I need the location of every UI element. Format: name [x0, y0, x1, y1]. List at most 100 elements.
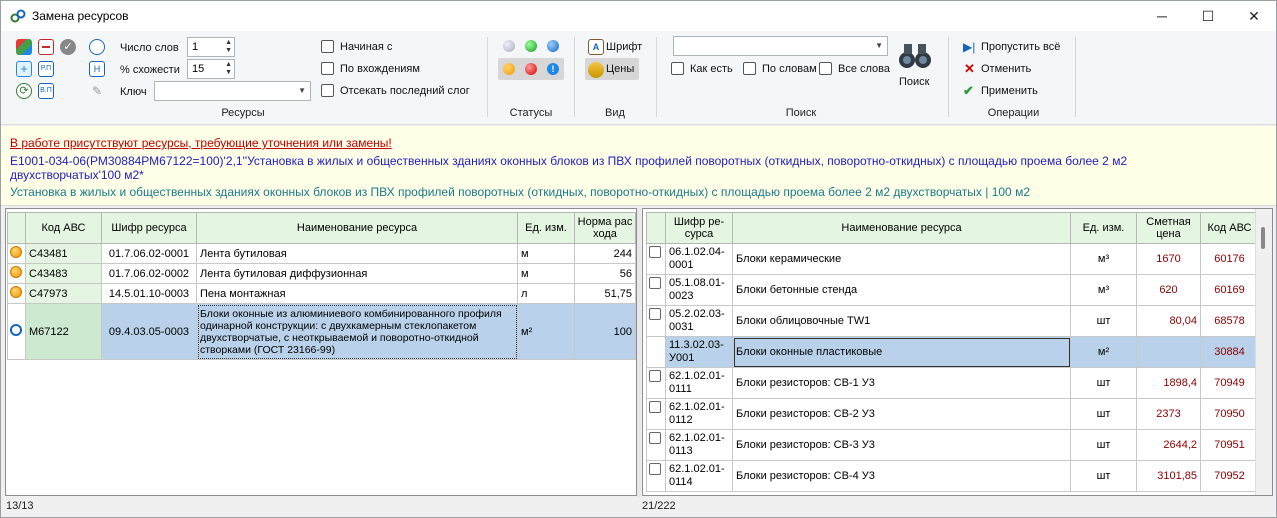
- col-norm[interactable]: Норма рас хода: [574, 212, 636, 244]
- cipher-cell: 01.7.06.02-0001: [101, 243, 197, 264]
- table-row-selected[interactable]: М67122 09.4.03.05-0003 Блоки оконные из …: [7, 303, 636, 360]
- status-orange-icon: [10, 246, 22, 258]
- status-blue-icon[interactable]: [547, 40, 559, 52]
- check-grey-icon[interactable]: ✓: [60, 39, 76, 55]
- col-unit[interactable]: Ед. изм.: [1070, 212, 1137, 244]
- by-occurrence-checkbox[interactable]: [321, 62, 334, 75]
- vertical-scrollbar[interactable]: [1255, 209, 1272, 495]
- cut-last-syllable-checkbox[interactable]: [321, 84, 334, 97]
- cipher-cell: 62.1.02.01-0114: [665, 460, 733, 492]
- table-row[interactable]: 62.1.02.01-0112 Блоки резисторов: СВ-2 У…: [646, 398, 1259, 430]
- unit-cell: м²: [1070, 336, 1137, 368]
- col-code[interactable]: Код АВС: [1200, 212, 1259, 244]
- scrollbar-thumb[interactable]: [1261, 227, 1265, 249]
- skip-all-button[interactable]: Пропустить всё: [981, 41, 1060, 53]
- table-row[interactable]: 62.1.02.01-0114 Блоки резисторов: СВ-4 У…: [646, 460, 1259, 492]
- status-green-icon[interactable]: [525, 40, 537, 52]
- app-link-icon: [10, 9, 26, 23]
- search-button[interactable]: Поиск: [899, 76, 929, 88]
- add-blue-icon[interactable]: +: [16, 61, 32, 77]
- table-row-selected[interactable]: 11.3.02.03-У001 Блоки оконные пластиковы…: [646, 336, 1259, 368]
- starts-with-checkbox[interactable]: [321, 40, 334, 53]
- status-red-icon[interactable]: [525, 63, 537, 75]
- code-cell: С43483: [25, 263, 102, 284]
- table-row[interactable]: 05.2.02.03-0031 Блоки облицовочные TW1 ш…: [646, 305, 1259, 337]
- brush-icon[interactable]: ✎: [89, 83, 105, 99]
- cipher-cell: 62.1.02.01-0112: [665, 398, 733, 430]
- unit-cell: м³: [1070, 243, 1137, 275]
- coins-icon[interactable]: [588, 62, 604, 78]
- spin-arrows-icon[interactable]: ▲ ▼: [225, 61, 232, 77]
- cipher-cell: 62.1.02.01-0113: [665, 429, 733, 461]
- cancel-button[interactable]: Отменить: [981, 63, 1031, 75]
- by-words-checkbox[interactable]: [743, 62, 756, 75]
- col-name[interactable]: Наименование ресурса: [732, 212, 1071, 244]
- window-title: Замена ресурсов: [32, 9, 129, 23]
- code-cell: 70951: [1200, 429, 1259, 461]
- col-cipher[interactable]: Шифр ресурса: [101, 212, 197, 244]
- font-button[interactable]: Шрифт: [606, 41, 642, 53]
- group-title-view: Вид: [605, 107, 625, 119]
- prices-button[interactable]: Цены: [606, 63, 634, 75]
- table-row[interactable]: 06.1.02.04-0001 Блоки керамические м³ 16…: [646, 243, 1259, 275]
- table-row[interactable]: 62.1.02.01-0113 Блоки резисторов: СВ-3 У…: [646, 429, 1259, 461]
- row-checkbox[interactable]: [649, 401, 661, 413]
- add-colored-icon[interactable]: [16, 39, 32, 55]
- binoculars-icon[interactable]: [898, 41, 932, 71]
- group-separator: [656, 37, 657, 117]
- table-row[interactable]: С43481 01.7.06.02-0001 Лента бутиловая м…: [7, 243, 636, 264]
- status-orange-icon[interactable]: [503, 63, 515, 75]
- row-checkbox[interactable]: [649, 370, 661, 382]
- word-count-stepper[interactable]: 1 ▲ ▼: [187, 37, 235, 57]
- table-row[interactable]: 62.1.02.01-0111 Блоки резисторов: СВ-1 У…: [646, 367, 1259, 399]
- as-is-checkbox[interactable]: [671, 62, 684, 75]
- similarity-stepper[interactable]: 15 ▲ ▼: [187, 59, 235, 79]
- font-icon[interactable]: A: [588, 39, 604, 55]
- h-button[interactable]: Н: [89, 61, 105, 77]
- maximize-button[interactable]: ☐: [1185, 1, 1231, 31]
- table-row[interactable]: С47973 14.5.01.10-0003 Пена монтажная л …: [7, 283, 636, 304]
- price-cell: 620: [1136, 274, 1201, 306]
- key-combo[interactable]: ▼: [154, 81, 311, 101]
- rp-button[interactable]: Р.П: [38, 61, 54, 77]
- status-exclamation-icon[interactable]: !: [547, 63, 559, 75]
- dots-circle-icon[interactable]: [89, 39, 105, 55]
- cut-last-syllable-label: Отсекать последний слог: [340, 85, 470, 97]
- group-title-search: Поиск: [785, 107, 817, 119]
- similarity-value: 15: [192, 63, 205, 75]
- as-is-label: Как есть: [690, 63, 733, 75]
- col-price[interactable]: Сметная цена: [1136, 212, 1201, 244]
- by-words-label: По словам: [762, 63, 817, 75]
- col-name[interactable]: Наименование ресурса: [196, 212, 518, 244]
- vp-button[interactable]: В.П: [38, 83, 54, 99]
- spin-arrows-icon[interactable]: ▲ ▼: [225, 39, 232, 55]
- table-row[interactable]: С43483 01.7.06.02-0002 Лента бутиловая д…: [7, 263, 636, 284]
- apply-button[interactable]: Применить: [981, 85, 1038, 97]
- row-checkbox[interactable]: [649, 246, 661, 258]
- row-checkbox[interactable]: [649, 308, 661, 320]
- row-checkbox[interactable]: [649, 432, 661, 444]
- row-checkbox[interactable]: [649, 463, 661, 475]
- search-combo[interactable]: ▼: [673, 36, 888, 56]
- remove-icon[interactable]: [38, 39, 54, 55]
- unit-cell: м: [517, 263, 575, 284]
- col-cipher[interactable]: Шифр ре-сурса: [665, 212, 733, 244]
- status-grey-icon[interactable]: [503, 40, 515, 52]
- pane-splitter[interactable]: [637, 208, 641, 498]
- row-checkbox[interactable]: [649, 277, 661, 289]
- cipher-cell: 14.5.01.10-0003: [101, 283, 197, 304]
- name-cell: Лента бутиловая: [196, 243, 518, 264]
- code-cell: 70949: [1200, 367, 1259, 399]
- col-unit[interactable]: Ед. изм.: [517, 212, 575, 244]
- col-code[interactable]: Код АВС: [25, 212, 102, 244]
- norm-cell: 244: [574, 243, 636, 264]
- unit-cell: м: [517, 243, 575, 264]
- refresh-icon[interactable]: ⟳: [16, 83, 32, 99]
- table-row[interactable]: 05.1.08.01-0023 Блоки бетонные стенда м³…: [646, 274, 1259, 306]
- close-button[interactable]: ✕: [1231, 1, 1277, 31]
- minimize-button[interactable]: ─: [1139, 1, 1185, 31]
- all-words-checkbox[interactable]: [819, 62, 832, 75]
- unit-cell: шт: [1070, 367, 1137, 399]
- chevron-down-icon[interactable]: ▼: [875, 41, 883, 50]
- chevron-down-icon[interactable]: ▼: [298, 86, 306, 95]
